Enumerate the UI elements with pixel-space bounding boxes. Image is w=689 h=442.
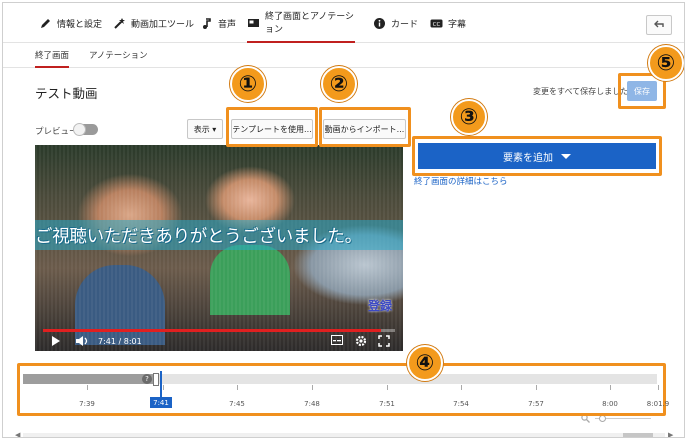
magic-wand-icon <box>113 17 126 30</box>
subtab-end-screen[interactable]: 終了画面 <box>35 44 70 68</box>
settings-gear-icon[interactable] <box>355 335 367 351</box>
timeline-tick-label: 7:48 <box>304 400 320 408</box>
sub-tab-bar: 終了画面 アノテーション <box>3 44 684 68</box>
video-player[interactable]: ご視聴いただきありがとうございました。 登録 7:41 / 8:01 <box>35 145 403 351</box>
timeline-tick-mark <box>658 385 659 390</box>
zoom-slider-knob[interactable] <box>599 415 606 422</box>
video-progress-fill <box>43 329 381 332</box>
annotation-badge-4: ④ <box>407 345 443 381</box>
editor-window: 情報と設定 動画加工ツール 音声 終了画面とアノテーション カード CC 字幕 … <box>2 2 685 438</box>
highlight-box-import <box>319 107 411 147</box>
annotation-badge-3: ③ <box>451 99 487 135</box>
tab-label: 動画加工ツール <box>131 19 195 30</box>
timeline-tick-mark <box>536 385 537 390</box>
tab-video-tools[interactable]: 動画加工ツール <box>113 3 194 43</box>
tab-audio[interactable]: 音声 <box>200 3 236 43</box>
horizontal-scrollbar[interactable] <box>23 433 665 437</box>
timeline-tick-label: 8:01.9 <box>646 400 670 408</box>
timeline-tick-label: 7:45 <box>229 400 245 408</box>
video-progress-bar[interactable] <box>43 329 395 332</box>
info-icon <box>373 17 386 30</box>
subscribe-element[interactable]: 登録 <box>368 297 392 314</box>
svg-text:CC: CC <box>433 21 441 27</box>
scrollbar-thumb[interactable] <box>623 433 653 437</box>
cc-icon: CC <box>430 17 443 30</box>
highlight-box-timeline <box>17 363 666 416</box>
subtitles-icon[interactable] <box>331 335 343 350</box>
tab-end-screen-annotations[interactable]: 終了画面とアノテーション <box>247 3 355 43</box>
tab-label: 情報と設定 <box>57 19 103 30</box>
pencil-icon <box>39 17 52 30</box>
play-icon[interactable] <box>51 335 61 351</box>
preview-label: プレビュー <box>35 127 78 137</box>
undo-button[interactable] <box>646 15 672 35</box>
video-title: テスト動画 <box>35 86 98 101</box>
timeline-tick-label: 7:54 <box>453 400 469 408</box>
tab-label: 終了画面とアノテーション <box>265 12 355 35</box>
annotation-badge-5: ⑤ <box>648 45 684 81</box>
highlight-box-template <box>226 107 318 147</box>
top-tab-bar: 情報と設定 動画加工ツール 音声 終了画面とアノテーション カード CC 字幕 <box>3 3 684 43</box>
timeline-tick-mark <box>461 385 462 390</box>
timeline-tick-mark <box>387 385 388 390</box>
timeline-tick-mark <box>163 385 164 390</box>
tab-label: 音声 <box>218 19 237 30</box>
end-screen-icon <box>247 16 260 29</box>
end-screen-details-link[interactable]: 終了画面の詳細はこちら <box>414 175 508 187</box>
timeline-tick-label: 7:39 <box>79 400 95 408</box>
highlight-box-add-element <box>412 136 662 176</box>
timeline-tick-mark <box>87 385 88 390</box>
video-caption: ご視聴いただきありがとうございました。 <box>35 227 362 247</box>
undo-arrow-icon <box>653 18 665 32</box>
timeline-tick-label: 8:00 <box>602 400 618 408</box>
annotation-badge-1: ① <box>230 66 266 102</box>
tab-subtitles[interactable]: CC 字幕 <box>430 3 466 43</box>
display-dropdown-button[interactable]: 表示 ▾ <box>187 119 223 139</box>
tab-label: カード <box>391 19 419 30</box>
timeline-tick-mark <box>312 385 313 390</box>
tab-label: 字幕 <box>448 19 467 30</box>
preview-toggle[interactable] <box>73 123 98 136</box>
timeline-tick-mark <box>237 385 238 390</box>
tab-info-settings[interactable]: 情報と設定 <box>39 3 102 43</box>
subtab-annotations[interactable]: アノテーション <box>89 44 148 68</box>
scroll-right-arrow-icon[interactable]: ▶ <box>668 431 673 437</box>
annotation-badge-2: ② <box>321 66 357 102</box>
toggle-knob <box>73 123 86 136</box>
timeline-tick-label: 7:57 <box>528 400 544 408</box>
timeline-tick-label: 7:51 <box>379 400 395 408</box>
tab-cards[interactable]: カード <box>373 3 418 43</box>
save-status-text: 変更をすべて保存しました <box>533 87 629 96</box>
fullscreen-icon[interactable] <box>378 335 390 351</box>
music-note-icon <box>200 17 213 30</box>
scroll-left-arrow-icon[interactable]: ◀ <box>15 431 20 437</box>
time-display: 7:41 / 8:01 <box>98 337 142 346</box>
timeline-tick-mark <box>610 385 611 390</box>
volume-icon[interactable] <box>75 335 89 351</box>
